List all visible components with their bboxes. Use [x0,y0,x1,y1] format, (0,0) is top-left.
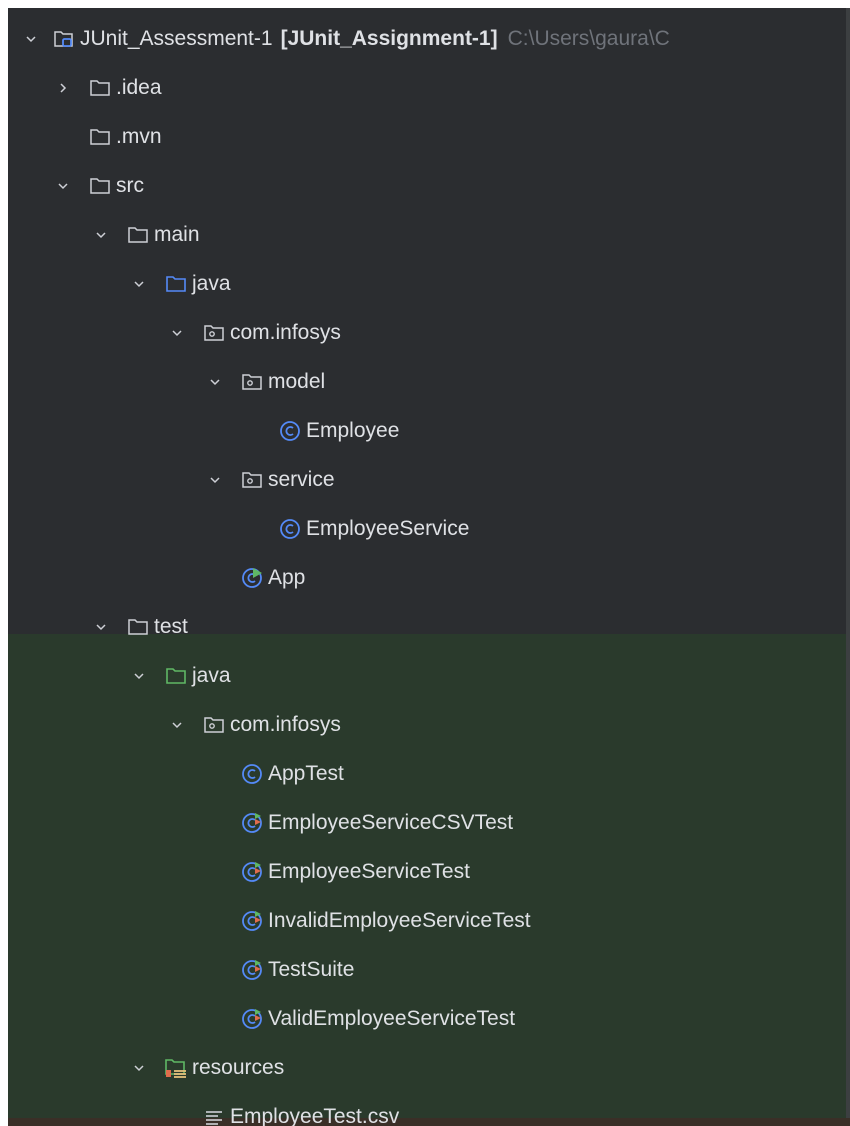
chevron-down-icon[interactable] [168,324,186,342]
chevron-down-icon[interactable] [92,226,110,244]
project-tree: JUnit_Assessment-1 [JUnit_Assignment-1] … [8,8,850,1126]
tree-node-folder-main-java[interactable]: java [8,267,850,301]
class-icon [278,517,302,541]
class-icon [278,419,302,443]
tree-node-class-csvtest[interactable]: EmployeeServiceCSVTest [8,806,850,840]
tree-node-file-csv[interactable]: EmployeeTest.csv [8,1100,850,1126]
tree-node-class-testsuite[interactable]: TestSuite [8,953,850,987]
tree-node-package-model[interactable]: model [8,365,850,399]
tree-node-folder-src[interactable]: src [8,169,850,203]
node-label: .idea [116,76,162,99]
class-icon [240,762,264,786]
test-root-folder-icon [164,664,188,688]
chevron-down-icon[interactable] [130,667,148,685]
tree-node-class-app[interactable]: App [8,561,850,595]
node-label: service [268,468,335,491]
package-icon [202,713,226,737]
node-label: AppTest [268,762,344,785]
package-icon [240,468,264,492]
tree-node-class-apptest[interactable]: AppTest [8,757,850,791]
node-label: Employee [306,419,400,442]
chevron-down-icon[interactable] [54,177,72,195]
text-file-icon [202,1105,226,1126]
tree-node-package-test[interactable]: com.infosys [8,708,850,742]
chevron-down-icon[interactable] [130,275,148,293]
node-label: main [154,223,200,246]
tree-node-folder-idea[interactable]: .idea [8,71,850,105]
node-label: TestSuite [268,958,355,981]
chevron-down-icon[interactable] [22,30,40,48]
test-class-icon [240,958,264,982]
node-label: EmployeeServiceTest [268,860,470,883]
test-class-icon [240,811,264,835]
tree-node-class-invalidtest[interactable]: InvalidEmployeeServiceTest [8,904,850,938]
test-resources-folder-icon [164,1056,188,1080]
chevron-down-icon[interactable] [206,471,224,489]
tree-node-class-validtest[interactable]: ValidEmployeeServiceTest [8,1002,850,1036]
node-label: EmployeeServiceCSVTest [268,811,514,834]
node-label: EmployeeService [306,517,470,540]
project-path: C:\Users\gaura\C [507,27,670,50]
node-label: test [154,615,188,638]
tree-node-folder-test-java[interactable]: java [8,659,850,693]
module-name: [JUnit_Assignment-1] [280,27,498,50]
chevron-down-icon[interactable] [92,618,110,636]
tree-node-package-service[interactable]: service [8,463,850,497]
chevron-down-icon[interactable] [168,716,186,734]
tree-node-folder-main[interactable]: main [8,218,850,252]
tree-node-package-main[interactable]: com.infosys [8,316,850,350]
folder-icon [126,223,150,247]
tree-node-folder-test[interactable]: test [8,610,850,644]
module-folder-icon [52,27,76,51]
node-label: java [192,272,231,295]
project-name: JUnit_Assessment-1 [80,27,273,50]
node-label: .mvn [116,125,162,148]
node-label: com.infosys [230,713,341,736]
node-label: resources [192,1056,285,1079]
runnable-class-icon [240,566,264,590]
chevron-down-icon[interactable] [206,373,224,391]
chevron-right-icon[interactable] [54,79,72,97]
node-label: java [192,664,231,687]
tree-node-folder-mvn[interactable]: .mvn [8,120,850,154]
node-label: ValidEmployeeServiceTest [268,1007,516,1030]
source-root-folder-icon [164,272,188,296]
test-class-icon [240,860,264,884]
test-class-icon [240,1007,264,1031]
tree-node-class-servicetest[interactable]: EmployeeServiceTest [8,855,850,889]
package-icon [202,321,226,345]
chevron-down-icon[interactable] [130,1059,148,1077]
node-label: com.infosys [230,321,341,344]
folder-icon [88,76,112,100]
test-class-icon [240,909,264,933]
node-label: src [116,174,144,197]
tree-node-class-employeeservice[interactable]: EmployeeService [8,512,850,546]
node-label: model [268,370,326,393]
node-label: EmployeeTest.csv [230,1105,400,1126]
folder-icon [88,125,112,149]
tree-node-folder-resources[interactable]: resources [8,1051,850,1085]
node-label: App [268,566,306,589]
node-label: InvalidEmployeeServiceTest [268,909,531,932]
tree-node-class-employee[interactable]: Employee [8,414,850,448]
package-icon [240,370,264,394]
folder-icon [126,615,150,639]
folder-icon [88,174,112,198]
tree-node-project-root[interactable]: JUnit_Assessment-1 [JUnit_Assignment-1] … [8,22,850,56]
